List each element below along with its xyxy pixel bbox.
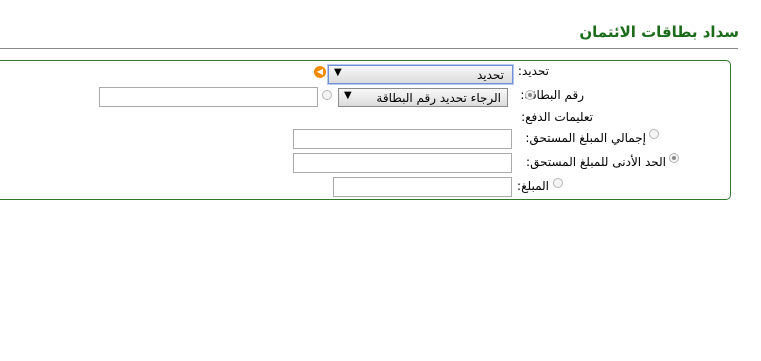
card-number-dropdown-value: الرجاء تحديد رقم البطاقة [376, 91, 501, 105]
page-title: سداد بطاقات الائتمان [579, 23, 739, 41]
amount-radio[interactable] [553, 178, 563, 188]
min-due-input[interactable] [293, 153, 512, 173]
chevron-down-icon: ▼ [344, 90, 352, 101]
card-number-input[interactable] [99, 87, 318, 107]
total-due-input[interactable] [293, 129, 512, 149]
amount-label: المبلغ: [517, 179, 549, 193]
selection-dropdown-value: تحديد [476, 68, 504, 82]
min-due-radio[interactable] [669, 153, 679, 163]
chevron-down-icon: ▼ [334, 67, 342, 78]
total-due-radio[interactable] [649, 129, 659, 139]
info-arrow-icon[interactable]: ◀ [314, 66, 326, 78]
payment-instructions-label: تعليمات الدفع: [521, 110, 593, 124]
card-manual-radio[interactable] [322, 90, 332, 100]
select-label: تحديد: [517, 64, 549, 78]
card-select-radio[interactable] [525, 90, 535, 100]
min-due-label: الحد الأدنى للمبلغ المستحق: [526, 155, 666, 169]
total-due-label: إجمالي المبلغ المستحق: [525, 131, 646, 145]
amount-input[interactable] [333, 177, 512, 197]
selection-dropdown[interactable]: تحديد ▼ [328, 65, 513, 84]
title-divider [0, 48, 738, 49]
card-number-dropdown[interactable]: الرجاء تحديد رقم البطاقة ▼ [338, 88, 508, 107]
